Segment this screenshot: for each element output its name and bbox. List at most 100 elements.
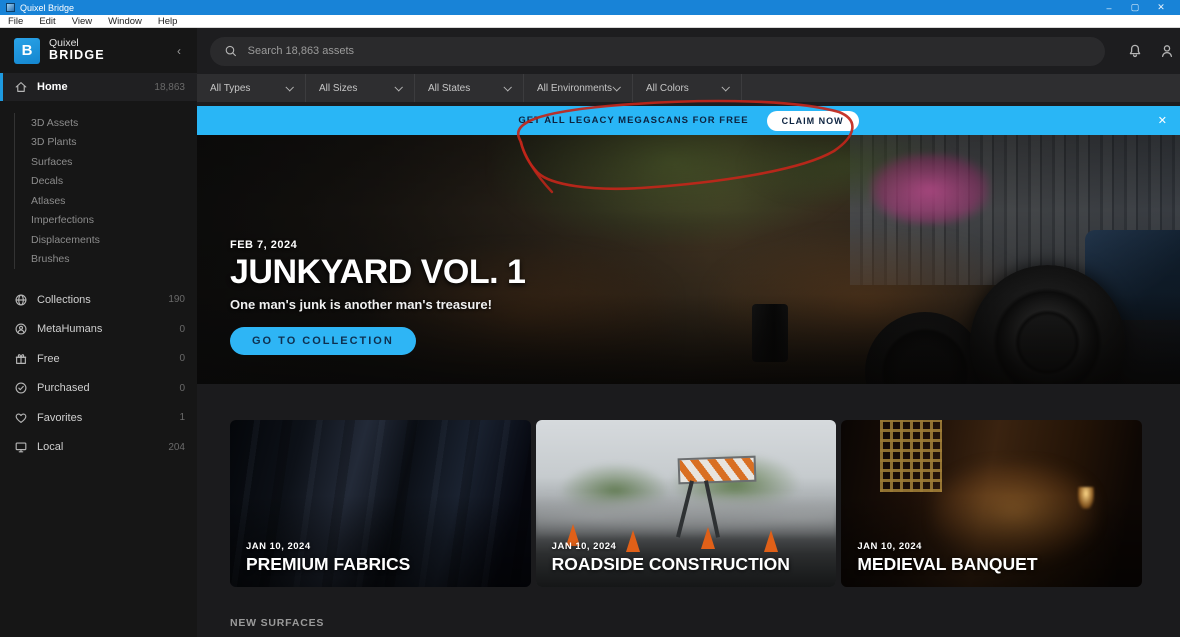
collections-count: 190 xyxy=(168,294,185,306)
sidebar-item-collections[interactable]: Collections 190 xyxy=(0,285,197,315)
minimize-button[interactable]: – xyxy=(1096,3,1122,13)
gift-icon xyxy=(15,353,27,364)
filter-all-sizes-label: All Sizes xyxy=(319,82,358,94)
sidebar-item-surfaces[interactable]: Surfaces xyxy=(31,152,197,172)
sidebar: B Quixel BRIDGE ‹ Home 18,863 3D Assets … xyxy=(0,28,197,637)
filter-all-colors-label: All Colors xyxy=(646,82,689,94)
sidebar-item-brushes[interactable]: Brushes xyxy=(31,250,197,270)
window-title: Quixel Bridge xyxy=(20,2,75,13)
home-icon xyxy=(15,82,27,92)
logo-text-bridge: BRIDGE xyxy=(49,48,105,63)
card-date: JAN 10, 2024 xyxy=(551,541,617,552)
bell-icon xyxy=(1129,44,1141,58)
sidebar-home-count: 18,863 xyxy=(154,81,185,93)
hero-art-tractor xyxy=(1085,230,1180,320)
chevron-down-icon xyxy=(721,83,730,92)
chevron-down-icon xyxy=(394,83,403,92)
card-medieval-banquet[interactable]: JAN 10, 2024 MEDIEVAL BANQUET xyxy=(841,420,1143,587)
free-label: Free xyxy=(37,352,60,365)
card-date: JAN 10, 2024 xyxy=(246,541,311,552)
local-label: Local xyxy=(37,441,64,454)
filter-bar: All Types All Sizes All States All Envir… xyxy=(197,74,1180,102)
sidebar-item-local[interactable]: Local 204 xyxy=(0,433,197,463)
sidebar-library-list: Collections 190 MetaHumans 0 Free 0 Purc… xyxy=(0,285,197,462)
filter-all-environments-label: All Environments xyxy=(537,82,613,94)
hero-collection[interactable]: FEB 7, 2024 JUNKYARD VOL. 1 One man's ju… xyxy=(197,135,1180,384)
sidebar-item-decals[interactable]: Decals xyxy=(31,172,197,192)
go-to-collection-button[interactable]: GO TO COLLECTION xyxy=(230,327,416,355)
favorites-count: 1 xyxy=(179,412,185,424)
card-title: ROADSIDE CONSTRUCTION xyxy=(551,554,790,574)
card-title: MEDIEVAL BANQUET xyxy=(857,554,1038,574)
account-button[interactable] xyxy=(1159,43,1175,59)
sidebar-item-3d-assets[interactable]: 3D Assets xyxy=(31,113,197,133)
purchased-count: 0 xyxy=(179,382,185,394)
sidebar-collapse-icon[interactable]: ‹ xyxy=(173,44,185,58)
hero-art-graffiti xyxy=(870,153,990,225)
card-date: JAN 10, 2024 xyxy=(857,541,922,552)
sidebar-item-atlases[interactable]: Atlases xyxy=(31,191,197,211)
sidebar-item-home[interactable]: Home 18,863 xyxy=(0,73,197,101)
chevron-down-icon xyxy=(612,83,621,92)
filter-all-states-label: All States xyxy=(428,82,471,94)
hero-art-foliage xyxy=(491,135,852,245)
hero-art-rust xyxy=(708,229,1029,380)
card-title: PREMIUM FABRICS xyxy=(246,554,411,574)
sidebar-item-imperfections[interactable]: Imperfections xyxy=(31,211,197,231)
chevron-down-icon xyxy=(285,83,294,92)
sidebar-item-displacements[interactable]: Displacements xyxy=(31,230,197,250)
close-button[interactable]: ✕ xyxy=(1148,2,1174,13)
hero-subtitle: One man's junk is another man's treasure… xyxy=(230,297,492,312)
main-area: All Types All Sizes All States All Envir… xyxy=(197,28,1180,637)
hero-date: FEB 7, 2024 xyxy=(230,239,298,251)
monitor-icon xyxy=(15,442,27,453)
card-roadside-construction[interactable]: JAN 10, 2024 ROADSIDE CONSTRUCTION xyxy=(535,420,837,587)
hero-art-foliage xyxy=(737,135,958,209)
content-area: JAN 10, 2024 PREMIUM FABRICS JAN 10, 202… xyxy=(197,384,1180,637)
metahumans-label: MetaHumans xyxy=(37,323,103,336)
app-window: B Quixel BRIDGE ‹ Home 18,863 3D Assets … xyxy=(0,28,1180,637)
user-icon xyxy=(1161,45,1173,58)
chevron-down-icon xyxy=(503,83,512,92)
filter-all-types[interactable]: All Types xyxy=(197,74,306,102)
notifications-button[interactable] xyxy=(1127,43,1143,59)
claim-now-button[interactable]: CLAIM NOW xyxy=(766,110,859,131)
heart-icon xyxy=(15,413,27,423)
filter-all-types-label: All Types xyxy=(210,82,251,94)
sidebar-home-label: Home xyxy=(37,81,68,93)
menu-window[interactable]: Window xyxy=(108,16,142,27)
logo: B Quixel BRIDGE ‹ xyxy=(0,28,197,73)
hero-art-barrel xyxy=(752,304,788,362)
sidebar-category-list: 3D Assets 3D Plants Surfaces Decals Atla… xyxy=(14,113,197,269)
favorites-label: Favorites xyxy=(37,411,83,424)
app-icon xyxy=(6,3,15,12)
banner-close-icon[interactable]: ✕ xyxy=(1158,114,1167,127)
sidebar-item-purchased[interactable]: Purchased 0 xyxy=(0,374,197,404)
menu-edit[interactable]: Edit xyxy=(39,16,55,27)
sidebar-item-free[interactable]: Free 0 xyxy=(0,344,197,374)
menu-help[interactable]: Help xyxy=(158,16,178,27)
sidebar-item-3d-plants[interactable]: 3D Plants xyxy=(31,133,197,153)
metahuman-icon xyxy=(15,323,27,335)
filter-all-states[interactable]: All States xyxy=(415,74,524,102)
hero-art-tire xyxy=(970,265,1125,384)
local-count: 204 xyxy=(168,441,185,453)
purchased-label: Purchased xyxy=(37,382,90,395)
top-bar xyxy=(197,28,1180,74)
search-bar[interactable] xyxy=(210,36,1105,66)
menu-view[interactable]: View xyxy=(72,16,92,27)
menu-bar: File Edit View Window Help xyxy=(0,15,1180,28)
card-premium-fabrics[interactable]: JAN 10, 2024 PREMIUM FABRICS xyxy=(230,420,531,587)
filter-all-sizes[interactable]: All Sizes xyxy=(306,74,415,102)
promo-message: GET ALL LEGACY MEGASCANS FOR FREE xyxy=(518,115,749,126)
sidebar-item-favorites[interactable]: Favorites 1 xyxy=(0,403,197,433)
window-titlebar: Quixel Bridge – ▢ ✕ xyxy=(0,0,1180,15)
search-input[interactable] xyxy=(247,45,1091,57)
sidebar-item-metahumans[interactable]: MetaHumans 0 xyxy=(0,315,197,345)
filter-all-colors[interactable]: All Colors xyxy=(633,74,742,102)
menu-file[interactable]: File xyxy=(8,16,23,27)
maximize-button[interactable]: ▢ xyxy=(1122,2,1148,13)
promo-banner: GET ALL LEGACY MEGASCANS FOR FREE CLAIM … xyxy=(197,106,1180,135)
metahumans-count: 0 xyxy=(179,323,185,335)
filter-all-environments[interactable]: All Environments xyxy=(524,74,633,102)
